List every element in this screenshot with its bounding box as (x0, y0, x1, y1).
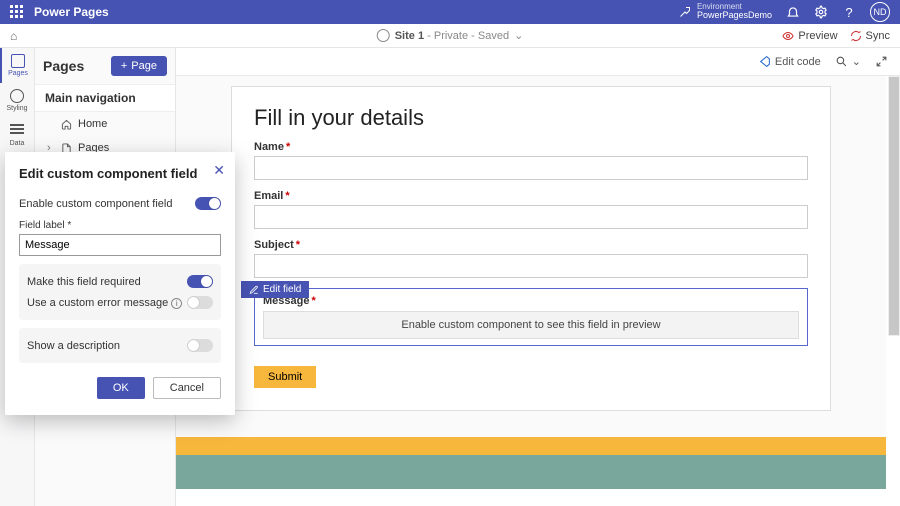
site-status[interactable]: Site 1 - Private - Saved ⌄ (377, 29, 524, 42)
required-label: Make this field required (27, 276, 141, 288)
app-launcher-icon[interactable] (10, 5, 24, 19)
environment-label: Environment (697, 3, 772, 12)
home-icon[interactable]: ⌂ (10, 29, 17, 43)
design-canvas: Fill in your details Name* Email* Subjec… (176, 76, 886, 506)
home-icon (61, 119, 72, 130)
field-label-input[interactable] (19, 234, 221, 256)
rail-styling[interactable]: Styling (0, 83, 34, 118)
field-name: Name* (254, 141, 808, 180)
ok-button[interactable]: OK (97, 377, 145, 399)
global-header: Power Pages Environment PowerPagesDemo ?… (0, 0, 900, 24)
decorative-stripe-yellow (176, 437, 886, 455)
environment-name: PowerPagesDemo (697, 11, 772, 21)
show-desc-toggle[interactable] (187, 339, 213, 352)
settings-icon[interactable] (814, 5, 828, 19)
field-label-caption: Field label * (19, 214, 221, 234)
environment-picker[interactable]: Environment PowerPagesDemo (679, 3, 772, 22)
add-page-button[interactable]: + Page (111, 56, 167, 76)
styling-icon (10, 89, 24, 103)
vscode-icon (758, 55, 771, 68)
close-icon[interactable]: ✕ (213, 162, 225, 179)
user-avatar[interactable]: ND (870, 2, 890, 22)
enable-cc-toggle[interactable] (195, 197, 221, 210)
chevron-down-icon: ⌄ (852, 55, 861, 68)
field-email: Email* (254, 190, 808, 229)
pencil-icon (249, 285, 259, 295)
label-name: Name* (254, 141, 808, 153)
rail-data[interactable]: Data (0, 118, 34, 153)
pages-icon (11, 54, 25, 68)
edit-field-button[interactable]: Edit field (241, 281, 309, 298)
breadcrumb-bar: ⌂ Site 1 - Private - Saved ⌄ Preview Syn… (0, 24, 900, 48)
info-icon[interactable]: i (171, 298, 182, 309)
show-desc-label: Show a description (27, 340, 120, 352)
field-message-selected[interactable]: Edit field Message* Enable custom compon… (254, 288, 808, 346)
enable-cc-label: Enable custom component field (19, 198, 172, 210)
expand-icon (875, 55, 888, 68)
chevron-down-icon[interactable]: ⌄ (514, 29, 523, 42)
scrollbar-thumb[interactable] (888, 76, 900, 336)
label-message: Message* (263, 295, 799, 307)
notifications-icon[interactable] (786, 5, 800, 19)
required-toggle[interactable] (187, 275, 213, 288)
rail-pages[interactable]: Pages (0, 48, 34, 83)
globe-icon (377, 29, 390, 42)
zoom-button[interactable]: ⌄ (835, 55, 861, 68)
canvas-toolbar: Edit code ⌄ (176, 48, 900, 76)
magnifier-icon (835, 55, 848, 68)
preview-button[interactable]: Preview (782, 30, 837, 42)
dialog-title: Edit custom component field (19, 166, 221, 181)
form-card: Fill in your details Name* Email* Subjec… (231, 86, 831, 411)
custom-error-label: Use a custom error messagei (27, 297, 182, 309)
help-icon[interactable]: ? (842, 5, 856, 19)
decorative-stripe-green (176, 455, 886, 489)
label-email: Email* (254, 190, 808, 202)
form-heading: Fill in your details (254, 105, 808, 131)
plus-icon: + (121, 60, 127, 72)
custom-component-placeholder: Enable custom component to see this fiel… (263, 311, 799, 339)
input-email[interactable] (254, 205, 808, 229)
main-navigation-heading: Main navigation (35, 84, 175, 112)
input-name[interactable] (254, 156, 808, 180)
edit-code-button[interactable]: Edit code (758, 55, 821, 68)
environment-icon (679, 6, 691, 18)
cancel-button[interactable]: Cancel (153, 377, 221, 399)
sync-button[interactable]: Sync (850, 30, 890, 42)
page-footer: Copyright © 2023. All rights reserved. (176, 489, 886, 506)
edit-field-dialog: ✕ Edit custom component field Enable cus… (5, 152, 235, 415)
nav-home[interactable]: Home (35, 112, 175, 136)
expand-button[interactable] (875, 55, 888, 68)
field-subject: Subject* (254, 239, 808, 278)
site-saved-status: - Private - Saved (427, 30, 509, 42)
custom-error-toggle[interactable] (187, 296, 213, 309)
input-subject[interactable] (254, 254, 808, 278)
site-name: Site 1 (395, 30, 424, 42)
data-icon (10, 124, 24, 138)
pages-panel-title: Pages (43, 58, 84, 74)
submit-button[interactable]: Submit (254, 366, 316, 388)
label-subject: Subject* (254, 239, 808, 251)
product-name: Power Pages (34, 5, 109, 19)
